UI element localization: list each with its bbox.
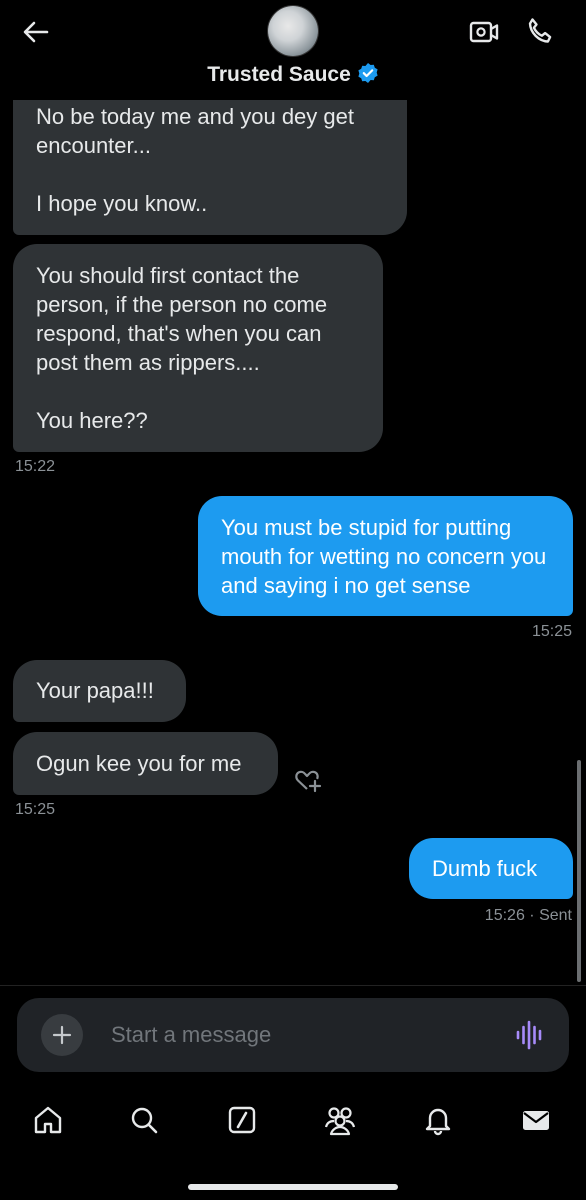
messages-icon[interactable] [516, 1100, 556, 1140]
message-timestamp: 15:22 [15, 458, 56, 475]
message-bubble[interactable]: You should first contact the person, if … [13, 244, 383, 452]
voice-wave-icon[interactable] [513, 1018, 547, 1052]
home-icon[interactable] [28, 1100, 68, 1140]
contact-name[interactable]: Trusted Sauce [0, 62, 586, 90]
divider [0, 985, 586, 986]
message-status-separator: · [529, 907, 540, 924]
message-bubble[interactable]: You must be stupid for putting mouth for… [198, 496, 573, 616]
video-call-icon[interactable] [466, 14, 502, 50]
search-icon[interactable] [124, 1100, 164, 1140]
message-timestamp: 15:25 [15, 801, 56, 818]
message-timestamp: 15:25 [531, 623, 572, 640]
message-status: Sent [539, 907, 572, 924]
message-input[interactable]: Start a message [111, 1016, 471, 1054]
bottom-nav [0, 1080, 586, 1200]
message-bubble[interactable]: Your papa!!! [13, 660, 186, 722]
communities-icon[interactable] [320, 1100, 360, 1140]
phone-icon[interactable] [522, 14, 558, 50]
scrollbar[interactable] [577, 760, 581, 982]
notifications-icon[interactable] [418, 1100, 458, 1140]
home-indicator[interactable] [188, 1184, 398, 1190]
grok-icon[interactable] [222, 1100, 262, 1140]
message-composer: Start a message [17, 998, 569, 1072]
message-time: 15:26 [484, 907, 525, 924]
message-bubble[interactable]: Ogun kee you for me [13, 732, 278, 795]
message-bubble[interactable]: Dumb fuck [409, 838, 573, 899]
add-reaction-icon[interactable] [292, 764, 324, 796]
message-timestamp: 15:26 · Sent [485, 907, 572, 925]
avatar[interactable] [268, 6, 318, 56]
back-arrow-icon[interactable] [18, 14, 54, 50]
message-bubble[interactable]: No be today me and you dey get encounter… [13, 88, 407, 235]
chat-header: Trusted Sauce [0, 0, 586, 100]
plus-icon[interactable] [41, 1014, 83, 1056]
verified-badge-icon [357, 62, 379, 90]
contact-name-label: Trusted Sauce [207, 63, 351, 86]
